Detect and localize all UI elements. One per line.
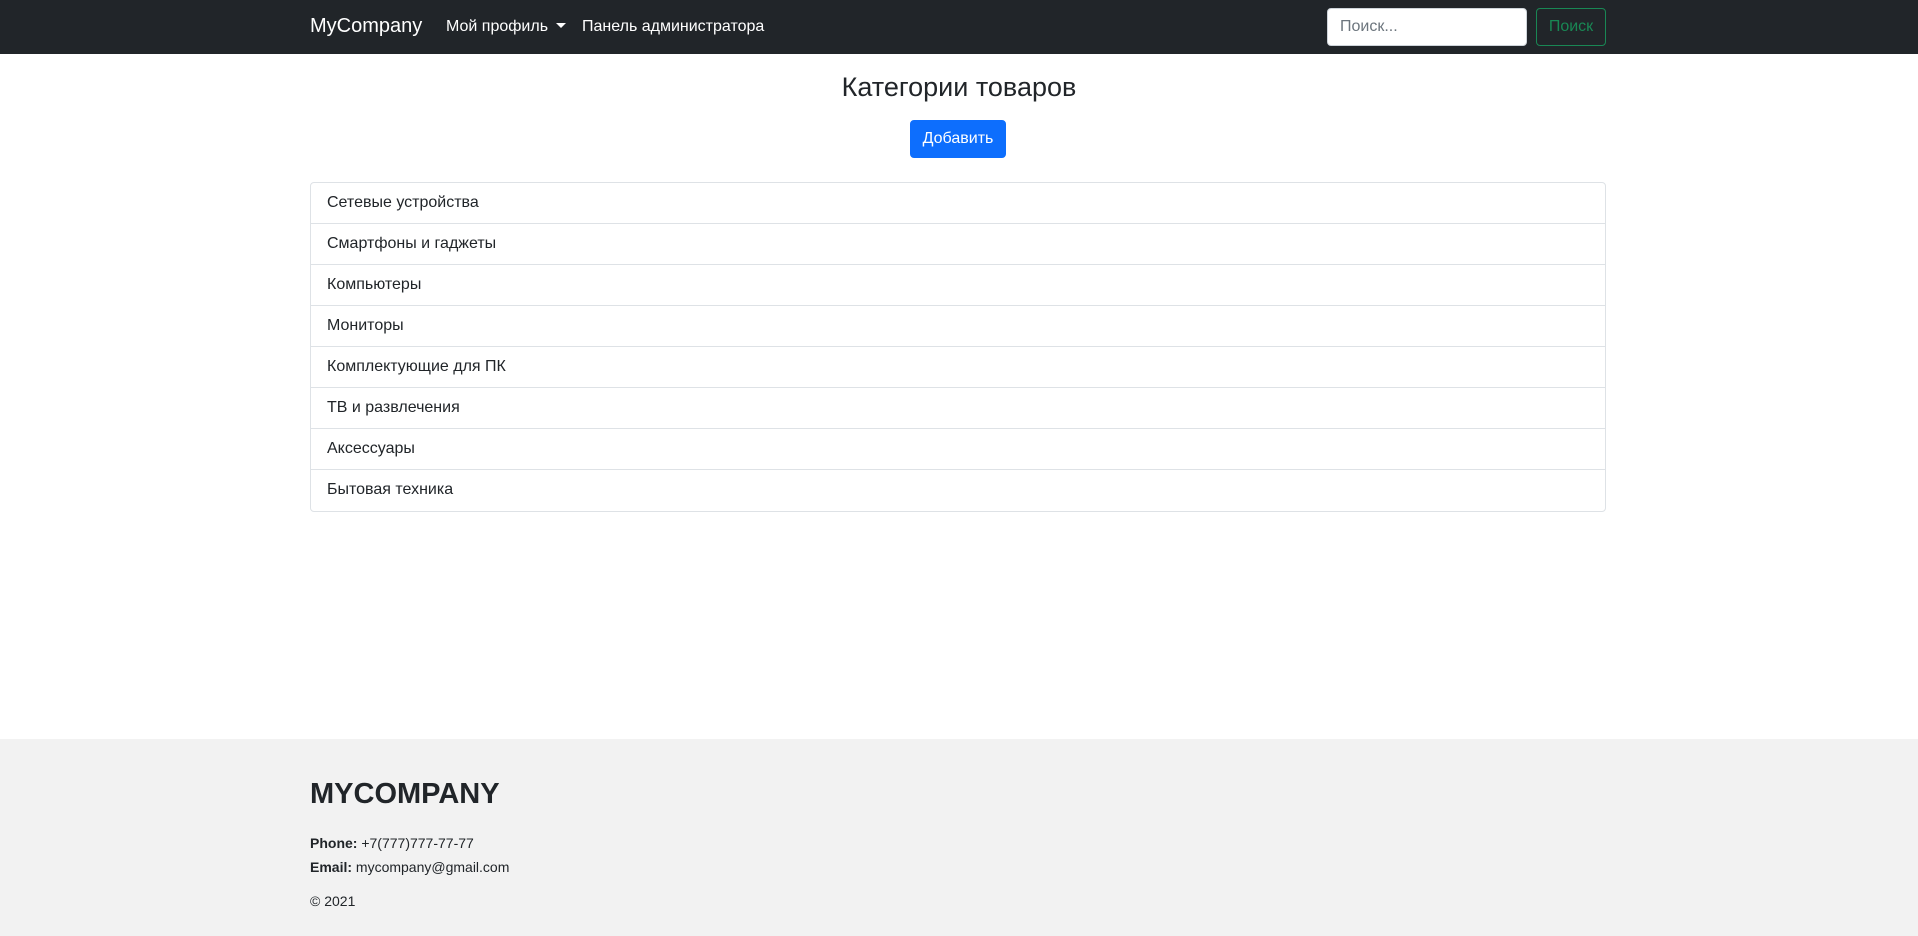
email-value: mycompany@gmail.com [355, 859, 510, 875]
phone-label: Phone: [310, 835, 358, 851]
footer-phone: Phone: +7(777)777-77-77 [310, 835, 474, 851]
category-item[interactable]: Бытовая техника [311, 470, 1605, 511]
add-category-button[interactable]: Добавить [910, 120, 1006, 158]
profile-dropdown-toggle[interactable]: Мой профиль [446, 18, 567, 36]
category-item[interactable]: Аксессуары [311, 429, 1605, 470]
navbar-container: MyCompany Мой профиль Панель администрат… [310, 0, 1606, 54]
footer-copyright: © 2021 [310, 893, 356, 909]
page-title: Категории товаров [841, 72, 1077, 102]
search-button[interactable]: Поиск [1536, 8, 1606, 46]
category-item[interactable]: Компьютеры [311, 265, 1605, 306]
category-item[interactable]: Сетевые устройства [311, 183, 1605, 224]
admin-panel-link[interactable]: Панель администратора [582, 18, 764, 36]
category-item[interactable]: Смартфоны и гаджеты [311, 224, 1605, 265]
chevron-down-icon [556, 23, 567, 28]
top-navbar: MyCompany Мой профиль Панель администрат… [0, 0, 1918, 54]
email-label: Email: [310, 859, 353, 875]
profile-dropdown-label: Мой профиль [446, 18, 549, 35]
category-item[interactable]: Комплектующие для ПК [311, 347, 1605, 388]
phone-value: +7(777)777-77-77 [361, 835, 474, 851]
category-list: Сетевые устройства Смартфоны и гаджеты К… [310, 182, 1606, 512]
category-item[interactable]: ТВ и развлечения [311, 388, 1605, 429]
brand-link[interactable]: MyCompany [310, 15, 422, 38]
footer-email: Email: mycompany@gmail.com [310, 859, 509, 875]
page-footer: MYCOMPANY Phone: +7(777)777-77-77 Email:… [0, 739, 1918, 936]
footer-brand: MYCOMPANY [310, 778, 500, 810]
search-input[interactable] [1327, 8, 1527, 46]
footer-container: MYCOMPANY Phone: +7(777)777-77-77 Email:… [310, 739, 1606, 936]
category-item[interactable]: Мониторы [311, 306, 1605, 347]
